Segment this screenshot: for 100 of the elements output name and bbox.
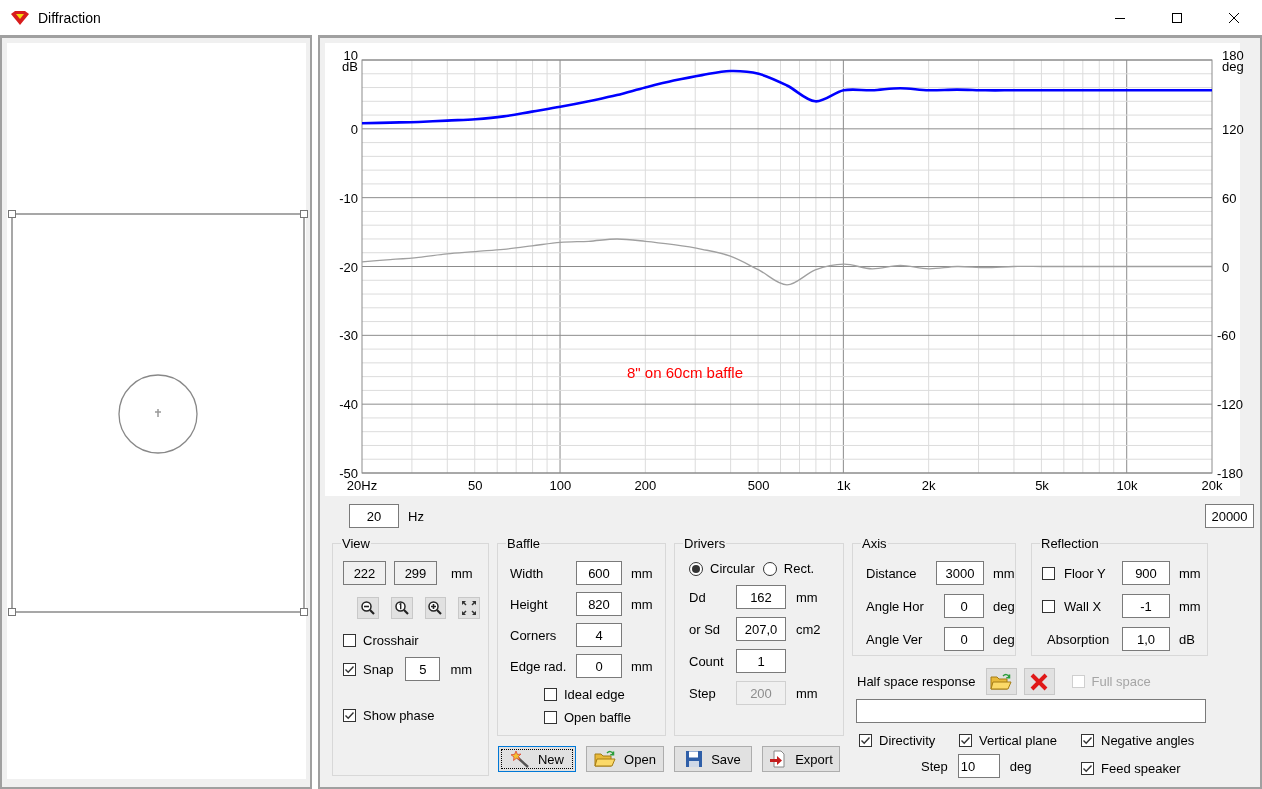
field-label: Angle Ver (866, 631, 924, 647)
checkbox-label: Feed speaker (1101, 760, 1181, 776)
number-field[interactable]: 900 (1122, 561, 1170, 585)
app-logo-icon (10, 9, 30, 26)
unit-label: deg (1009, 758, 1032, 774)
axis-tick-label: -20 (339, 259, 358, 275)
checkbox[interactable] (343, 662, 356, 676)
axis-tick-label: 2k (921, 478, 936, 493)
radio-label: Circular (710, 561, 755, 576)
number-field[interactable]: 600 (576, 561, 622, 585)
open-file-button[interactable] (985, 668, 1017, 695)
group-title: Reflection (1040, 536, 1100, 551)
field-label: Angle Hor (866, 598, 925, 614)
field-label: Distance (866, 565, 918, 581)
axis-tick-label: -50 (339, 466, 358, 481)
unit-label: deg (993, 598, 1015, 614)
axis-tick-label: -180 (1217, 466, 1244, 481)
open-button[interactable]: Open (586, 746, 664, 772)
unit-label: Hz (408, 508, 424, 524)
axis-tick-label: 200 (634, 478, 657, 493)
close-icon[interactable] (1227, 11, 1240, 24)
checkbox[interactable] (544, 711, 557, 724)
number-field[interactable]: 3000 (936, 561, 984, 585)
zoom-button[interactable] (458, 597, 480, 619)
axis-tick-label: -30 (339, 328, 358, 344)
field-label: Height (510, 596, 549, 612)
axis-tick-label: -40 (339, 397, 358, 413)
unit-label: mm (993, 565, 1015, 581)
file-path-field[interactable] (856, 699, 1206, 723)
axis-tick-label: 20k (1201, 478, 1223, 493)
checkbox[interactable] (1081, 734, 1094, 747)
number-field[interactable]: 222 (343, 561, 386, 585)
zoom-button[interactable] (424, 597, 447, 619)
group-title: Axis (861, 536, 888, 551)
folder-icon (594, 750, 617, 768)
axis-tick-label: 120 (1222, 121, 1244, 137)
number-field[interactable]: 1 (736, 649, 786, 673)
checkbox[interactable] (1042, 566, 1055, 580)
number-field[interactable]: 820 (576, 592, 622, 616)
number-field[interactable]: 0 (944, 627, 984, 651)
field-label: Dd (689, 589, 707, 605)
new-button[interactable]: New (498, 746, 576, 772)
zoom-reset-icon (393, 600, 410, 616)
checkbox[interactable] (544, 688, 557, 701)
zoom-button[interactable] (357, 597, 379, 619)
axis-tick-label: -120 (1217, 397, 1244, 413)
checkbox[interactable] (959, 734, 972, 747)
number-field[interactable]: 1,0 (1122, 627, 1170, 651)
checkbox-label: Directivity (879, 733, 936, 748)
number-field[interactable]: 20000 (1205, 504, 1254, 528)
radio-button[interactable] (689, 561, 703, 576)
number-field[interactable]: 20 (349, 504, 399, 528)
maximize-icon[interactable] (1170, 11, 1183, 24)
clear-button[interactable] (1023, 668, 1055, 695)
wand-icon (510, 750, 530, 768)
unit-label: mm (451, 565, 473, 581)
unit-label: mm (631, 596, 654, 612)
field-label: Corners (510, 627, 558, 643)
axis-tick-label: 20Hz (346, 478, 378, 493)
checkbox[interactable] (1081, 761, 1094, 775)
axis-tick-label: 60 (1222, 190, 1237, 206)
checkbox[interactable] (343, 709, 356, 722)
number-field[interactable]: 299 (394, 561, 437, 585)
axis-tick-label: 0 (350, 121, 358, 137)
number-field[interactable]: 5 (405, 657, 441, 681)
number-field[interactable]: 162 (736, 585, 786, 609)
unit-label: mm (631, 658, 654, 674)
unit-label: mm (796, 685, 819, 701)
save-button[interactable]: Save (674, 746, 752, 772)
checkbox-label: Negative angles (1101, 733, 1195, 748)
unit-label: mm (450, 661, 473, 677)
checkbox-label: Floor Y (1064, 565, 1106, 581)
export-button[interactable]: Export (762, 746, 840, 772)
number-field[interactable]: -1 (1122, 594, 1170, 618)
field-label: Edge rad. (510, 658, 568, 674)
window-title: Diffraction (38, 9, 101, 26)
field-label: Count (689, 653, 725, 669)
checkbox-label: Vertical plane (979, 733, 1058, 748)
number-field[interactable]: 10 (957, 754, 1000, 778)
floppy-icon (685, 750, 704, 768)
axis-tick-label: 50 (468, 478, 483, 493)
axis-tick-label: 1k (836, 478, 851, 493)
checkbox[interactable] (343, 634, 356, 647)
checkbox[interactable] (1042, 599, 1055, 613)
group-title: View (341, 536, 371, 551)
number-field[interactable]: 207,0 (736, 617, 786, 641)
number-field[interactable]: 4 (576, 623, 622, 647)
radio-button[interactable] (762, 561, 777, 576)
number-field[interactable]: 0 (576, 654, 622, 678)
number-field[interactable]: 0 (944, 594, 984, 618)
unit-label: deg (993, 631, 1015, 647)
axis-tick-label: 10k (1116, 478, 1138, 493)
unit-label: mm (631, 565, 654, 581)
export-icon (769, 750, 788, 768)
checkbox[interactable] (859, 734, 872, 747)
checkbox-label: Show phase (363, 708, 435, 723)
zoom-button[interactable] (390, 597, 413, 619)
checkbox-label: Open baffle (564, 710, 631, 725)
group-title: Drivers (683, 536, 727, 551)
checkbox-label: Wall X (1064, 598, 1102, 614)
